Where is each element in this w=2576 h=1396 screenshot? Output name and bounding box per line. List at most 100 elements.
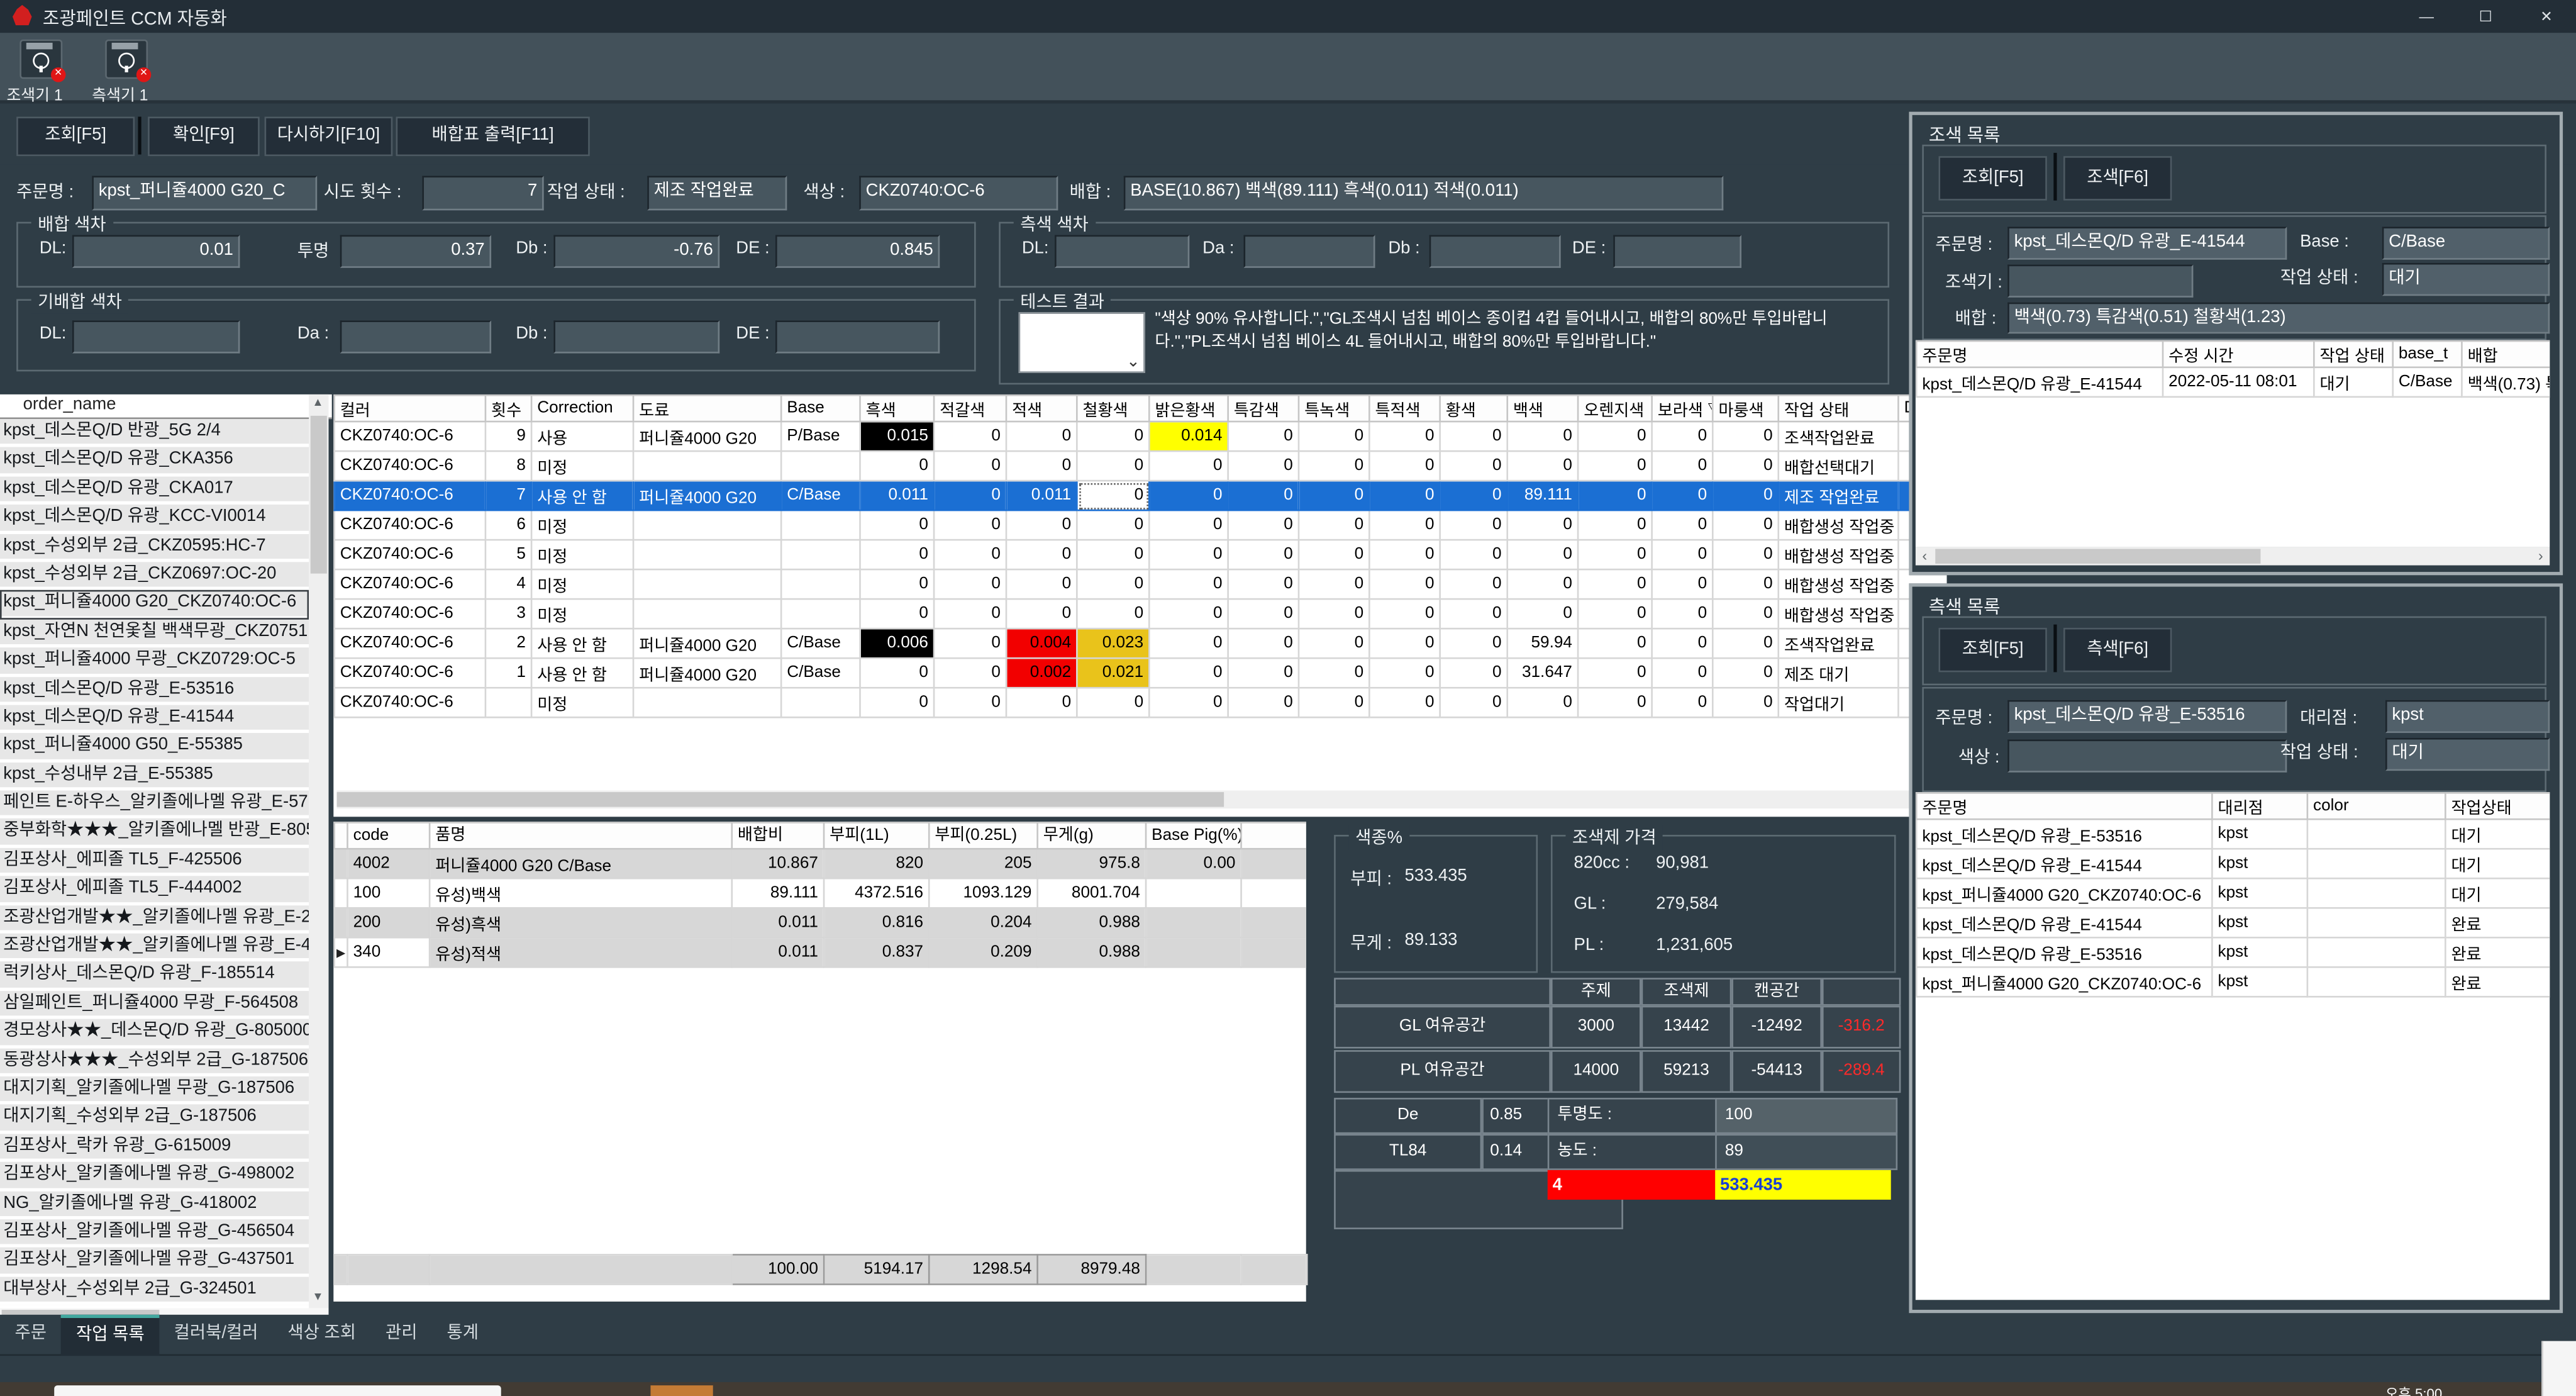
column-header[interactable]: 수정 시간 [2163,341,2314,367]
grid-cell[interactable]: 0 [1149,658,1228,688]
grid-cell[interactable]: 0 [1507,510,1578,540]
taskbar-search-input[interactable] [54,1385,501,1396]
grid-cell[interactable]: P/Base [781,422,860,451]
de-field[interactable]: 0.845 [775,235,940,268]
grid-cell[interactable]: CKZ0740:OC-6 [335,510,486,540]
grid-cell[interactable] [1146,878,1241,908]
grid-cell[interactable]: 0 [1713,422,1778,451]
grid-cell[interactable]: kpst [2212,878,2307,908]
grid-cell[interactable]: CKZ0740:OC-6 [335,658,486,688]
dl-field[interactable] [72,320,240,353]
grid-cell[interactable]: 0 [1652,599,1713,628]
column-header[interactable]: 특적색 [1369,395,1440,422]
order-list-item[interactable]: 삼일페인트_퍼니쥴4000 무광_F-564508 [0,991,309,1019]
bottom-tab[interactable]: 컬러북/컬러 [159,1315,273,1353]
grid-cell[interactable]: 0 [1507,688,1578,717]
table-row[interactable]: CKZ0740:OC-67사용 안 함퍼니쥴4000 G20C/Base0.01… [335,481,1947,510]
grid-cell[interactable]: 0.014 [1149,422,1228,451]
order-list-item[interactable]: 대부상사_수성외부 2급_G-324501 [0,1276,309,1305]
grid-cell[interactable]: 0 [1713,658,1778,688]
grid-cell[interactable]: kpst_퍼니쥴4000 G20_CKZ0740:OC-6 [1916,967,2212,997]
column-header[interactable]: base_t [2393,341,2462,367]
grid-cell[interactable]: 0 [1006,688,1077,717]
grid-cell[interactable]: 0.023 [1077,628,1149,658]
grid-cell[interactable]: 퍼니쥴4000 G20 [633,628,781,658]
grid-cell[interactable]: 0 [860,540,935,569]
grid-cell[interactable]: 0 [934,688,1006,717]
grid-cell[interactable]: 0 [1077,688,1149,717]
order-list-item[interactable]: 김포상사_알키졸에나멜 유광_G-498002 [0,1162,309,1190]
grid-cell[interactable]: 0 [1507,422,1578,451]
order-list-item[interactable]: 김포상사_에피졸 TL5_F-444002 [0,876,309,905]
order-list-item[interactable]: kpst_데스몬Q/D 유광_CKA356 [0,448,309,476]
scrollbar-thumb[interactable] [337,792,1224,807]
grid-cell[interactable]: 2022-05-11 08:01 [2163,367,2314,397]
grid-cell[interactable]: C/Base [781,481,860,510]
bottom-tab[interactable]: 관리 [371,1315,433,1353]
grid-cell[interactable]: 59.94 [1507,628,1578,658]
column-header[interactable]: color [2307,793,2445,819]
grid-cell[interactable] [2307,937,2445,967]
order-list-item[interactable]: NG_알키졸에나멜 유광_G-418002 [0,1191,309,1219]
transparency-param-field[interactable]: 100 [1715,1098,1897,1134]
grid-cell[interactable]: 4372.516 [824,878,929,908]
grid-cell[interactable] [781,599,860,628]
grid-cell[interactable]: 0 [1299,569,1369,599]
grid-cell[interactable]: 0 [1440,569,1507,599]
grid-cell[interactable] [1241,908,1306,937]
table-row[interactable]: CKZ0740:OC-6미정0000000000000작업대기 [335,688,1947,717]
retry-button[interactable]: 다시하기[F10] [265,116,393,156]
grid-cell[interactable]: 0 [1369,658,1440,688]
grid-cell[interactable]: kpst [2212,849,2307,878]
grid-cell[interactable]: 0 [1507,540,1578,569]
grid-cell[interactable]: 0 [1228,658,1299,688]
order-list-item[interactable]: 동광상사★★★_수성외부 2급_G-187506 [0,1048,309,1076]
grid-cell[interactable] [2307,908,2445,937]
colorimeter-device-icon[interactable]: ✕ [105,40,148,79]
work-status-field[interactable]: 제조 작업완료 [647,176,787,211]
column-header[interactable]: 황색 [1440,395,1507,422]
order-list-item[interactable]: 럭키상사_데스몬Q/D 유광_F-185514 [0,962,309,990]
grid-cell[interactable]: 0 [1369,481,1440,510]
grid-cell[interactable]: 0 [1299,688,1369,717]
column-header[interactable]: 주문명 [1916,341,2163,367]
grid-cell[interactable]: 조색작업완료 [1779,422,1899,451]
grid-cell[interactable] [335,849,348,878]
order-list-item[interactable]: 조광산업개발★★_알키졸에나멜 유광_E-4386 [0,934,309,962]
order-list-item[interactable]: 김포상사_알키졸에나멜 유광_G-437501 [0,1248,309,1276]
grid-cell[interactable]: 0.011 [1006,481,1077,510]
column-header[interactable] [1241,822,1306,849]
grid-cell[interactable]: 미정 [531,510,633,540]
order-list-item[interactable]: 경모상사★★_데스몬Q/D 유광_G-805000 [0,1019,309,1047]
grid-cell[interactable] [1146,908,1241,937]
grid-cell[interactable]: kpst_데스몬Q/D 유광_E-53516 [1916,819,2212,849]
grid-cell[interactable]: CKZ0740:OC-6 [335,688,486,717]
grid-cell[interactable]: 0 [1578,569,1652,599]
grid-cell[interactable]: 0.816 [824,908,929,937]
grid-cell[interactable]: 0 [1149,481,1228,510]
grid-cell[interactable]: 0 [1149,451,1228,481]
grid-cell[interactable] [1241,849,1306,878]
grid-cell[interactable]: 0 [1713,688,1778,717]
grid-cell[interactable]: 0 [1149,540,1228,569]
grid-cell[interactable]: 0 [1652,688,1713,717]
order-list-item[interactable]: 조광산업개발★★_알키졸에나멜 유광_E-2975 [0,905,309,933]
column-header[interactable]: 작업 상태 [2314,341,2392,367]
grid-cell[interactable]: 0 [860,510,935,540]
grid-cell[interactable]: 0 [1299,599,1369,628]
grid-cell[interactable]: 0 [934,599,1006,628]
grid-cell[interactable] [335,908,348,937]
taskbar-app-icon[interactable] [650,1385,713,1396]
measuring-order-field[interactable]: kpst_데스몬Q/D 유광_E-53516 [2007,700,2287,733]
grid-cell[interactable]: 0 [1149,688,1228,717]
grid-cell[interactable]: 0 [1652,422,1713,451]
grid-cell[interactable]: 0 [1652,481,1713,510]
grid-cell[interactable]: 0 [1369,569,1440,599]
grid-cell[interactable]: 0 [934,510,1006,540]
column-header[interactable]: Correction [531,395,633,422]
grid-cell[interactable]: 0 [1077,451,1149,481]
grid-cell[interactable]: 대기 [2314,367,2392,397]
grid-cell[interactable]: 89.111 [732,878,824,908]
grid-cell[interactable]: 205 [929,849,1037,878]
grid-cell[interactable]: 0.011 [860,481,935,510]
